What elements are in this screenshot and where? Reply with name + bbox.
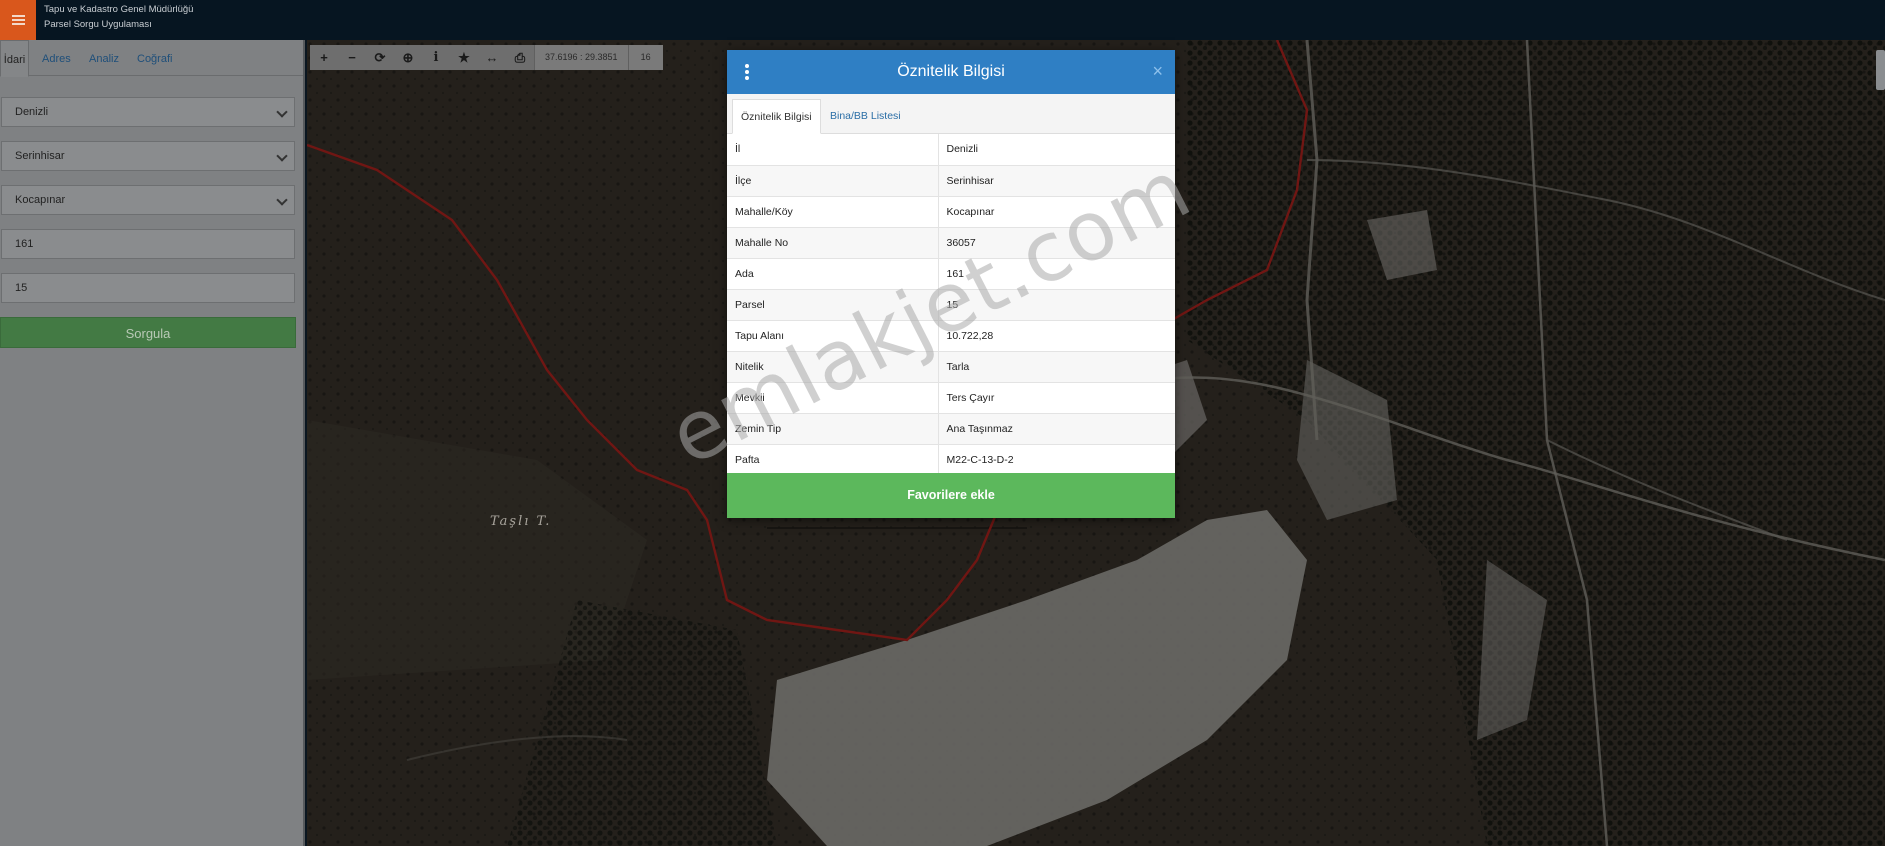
map-toolbar: + − ⟳ ⊕ i ★ ↔ ⎙ 37.6196 : 29.3851 16 xyxy=(310,45,663,70)
minus-icon[interactable]: − xyxy=(338,45,366,70)
measure-icon[interactable]: ↔ xyxy=(478,45,506,70)
print-icon[interactable]: ⎙ xyxy=(506,45,534,70)
attribute-key: Nitelik xyxy=(727,351,939,383)
table-row: Nitelik Tarla xyxy=(727,351,1175,383)
plus-icon[interactable]: + xyxy=(310,45,338,70)
table-row: Parsel 15 xyxy=(727,289,1175,321)
attribute-value: Denizli xyxy=(938,134,1175,166)
app-brand: Tapu ve Kadastro Genel Müdürlüğü Parsel … xyxy=(44,2,193,32)
tab-oznitelik-bilgisi[interactable]: Öznitelik Bilgisi xyxy=(732,99,821,134)
attribute-value: Tarla xyxy=(938,351,1175,383)
attribute-key: Tapu Alanı xyxy=(727,320,939,352)
attribute-key: Mevkii xyxy=(727,382,939,414)
ilce-select[interactable]: Serinhisar xyxy=(1,141,295,171)
star-icon[interactable]: ★ xyxy=(450,45,478,70)
attribute-value: Serinhisar xyxy=(938,165,1175,197)
attribute-value: 36057 xyxy=(938,227,1175,259)
tab-adres[interactable]: Adres xyxy=(42,40,71,76)
app-name: Parsel Sorgu Uygulaması xyxy=(44,19,152,30)
info-icon[interactable]: i xyxy=(422,45,450,70)
table-row: Tapu Alanı 10.722,28 xyxy=(727,320,1175,352)
table-row: Zemin Tip Ana Taşınmaz xyxy=(727,413,1175,445)
table-row: İlçe Serinhisar xyxy=(727,165,1175,197)
coordinate-readout: 37.6196 : 29.3851 xyxy=(534,45,628,70)
place-label: Taşlı T. xyxy=(490,514,552,529)
attribute-value: Ters Çayır xyxy=(938,382,1175,414)
attribute-key: İl xyxy=(727,134,939,166)
attribute-key: Pafta xyxy=(727,444,939,476)
attribute-key: Mahalle/Köy xyxy=(727,196,939,228)
attribute-table: İl Denizli İlçe Serinhisar Mahalle/Köy Kocapı… xyxy=(727,134,1175,476)
table-row: Mevkii Ters Çayır xyxy=(727,382,1175,414)
attribute-key: Parsel xyxy=(727,289,939,321)
table-row: Mahalle No 36057 xyxy=(727,227,1175,259)
table-row: Pafta M22-C-13-D-2 xyxy=(727,444,1175,476)
mahalle-select[interactable]: Kocapınar xyxy=(1,185,295,215)
map-scrollbar[interactable] xyxy=(1876,50,1885,90)
attribute-key: Zemin Tip xyxy=(727,413,939,445)
close-icon[interactable]: × xyxy=(1152,61,1163,81)
locate-icon[interactable]: ⊕ xyxy=(394,45,422,70)
attribute-value: Kocapınar xyxy=(938,196,1175,228)
attribute-value: 15 xyxy=(938,289,1175,321)
hamburger-menu-icon[interactable] xyxy=(0,0,36,40)
dialog-tabs: Öznitelik Bilgisi Bina/BB Listesi xyxy=(727,94,1175,134)
top-bar: Tapu ve Kadastro Genel Müdürlüğü Parsel … xyxy=(0,0,1885,40)
attribute-value: 10.722,28 xyxy=(938,320,1175,352)
il-select[interactable]: Denizli xyxy=(1,97,295,127)
tab-bina-bb-listesi[interactable]: Bina/BB Listesi xyxy=(822,99,909,134)
org-name: Tapu ve Kadastro Genel Müdürlüğü xyxy=(44,4,194,15)
attribute-info-dialog: Öznitelik Bilgisi × Öznitelik Bilgisi Bi… xyxy=(727,50,1175,518)
refresh-icon[interactable]: ⟳ xyxy=(366,45,394,70)
sidebar: İdari Adres Analiz Coğrafi Denizli Serin… xyxy=(0,40,305,846)
tab-idari[interactable]: İdari xyxy=(0,40,29,77)
zoom-level: 16 xyxy=(627,45,663,70)
dialog-header: Öznitelik Bilgisi × xyxy=(727,50,1175,94)
query-button[interactable]: Sorgula xyxy=(0,317,296,348)
attribute-value: Ana Taşınmaz xyxy=(938,413,1175,445)
table-row: Ada 161 xyxy=(727,258,1175,290)
parsel-input[interactable]: 15 xyxy=(1,273,295,303)
ada-input[interactable]: 161 xyxy=(1,229,295,259)
table-row: Mahalle/Köy Kocapınar xyxy=(727,196,1175,228)
attribute-key: İlçe xyxy=(727,165,939,197)
dialog-title: Öznitelik Bilgisi xyxy=(897,63,1005,80)
attribute-key: Mahalle No xyxy=(727,227,939,259)
attribute-key: Ada xyxy=(727,258,939,290)
sidebar-tabs: İdari Adres Analiz Coğrafi xyxy=(0,40,303,77)
tab-cografi[interactable]: Coğrafi xyxy=(137,40,172,76)
attribute-value: 161 xyxy=(938,258,1175,290)
table-row: İl Denizli xyxy=(727,134,1175,166)
attribute-value: M22-C-13-D-2 xyxy=(938,444,1175,476)
add-to-favorites-button[interactable]: Favorilere ekle xyxy=(727,473,1175,518)
tab-analiz[interactable]: Analiz xyxy=(89,40,119,76)
